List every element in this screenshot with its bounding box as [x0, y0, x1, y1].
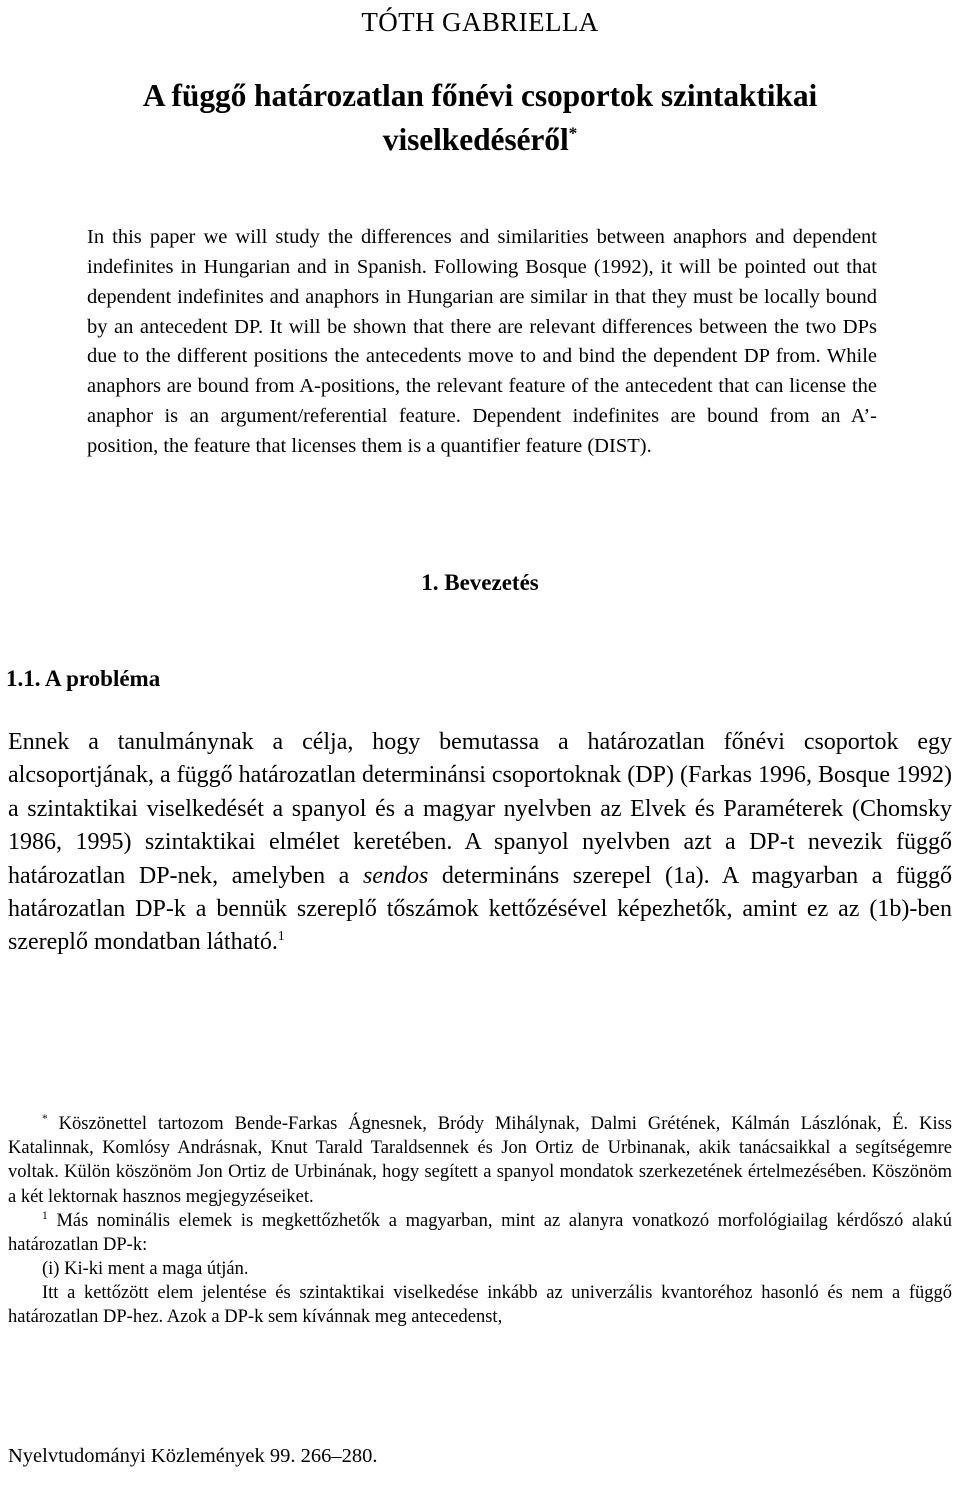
- footnote-star-marker: *: [42, 1113, 48, 1125]
- footnote-one-marker: 1: [42, 1209, 48, 1222]
- page-title: A függő határozatlan főnévi csoportok sz…: [80, 74, 880, 163]
- author-name: TÓTH GABRIELLA: [361, 7, 599, 37]
- document-page: TÓTH GABRIELLA A függő határozatlan főné…: [0, 0, 960, 1486]
- title-footnote-marker: *: [568, 123, 578, 143]
- body-paragraph: Ennek a tanulmánynak a célja, hogy bemut…: [8, 726, 952, 960]
- section-heading-introduction: 1. Bevezetés: [421, 569, 539, 595]
- footnote-star: * Köszönettel tartozom Bende-Farkas Ágne…: [8, 1112, 952, 1209]
- abstract-text: In this paper we will study the differen…: [87, 226, 877, 457]
- body-paragraph-italic-term: sendos: [362, 862, 429, 889]
- body-paragraph-footnote-marker: 1: [277, 928, 285, 944]
- footnotes-block: * Köszönettel tartozom Bende-Farkas Ágne…: [8, 1112, 952, 1330]
- page-footer: Nyelvtudományi Közlemények 99. 266–280.: [8, 1445, 378, 1467]
- footnote-one-continuation: Itt a kettőzött elem jelentése és szinta…: [8, 1283, 952, 1328]
- title-line-2: viselkedéséről: [382, 122, 569, 158]
- title-line-1: A függő határozatlan főnévi csoportok sz…: [142, 77, 818, 113]
- footnote-star-text: Köszönettel tartozom Bende-Farkas Ágnesn…: [8, 1114, 952, 1207]
- footnote-one-text: Más nominális elemek is megkettőzhetők a…: [8, 1210, 953, 1256]
- footnote-one: 1 Más nominális elemek is megkettőzhetők…: [8, 1209, 952, 1257]
- section-heading-problem: 1.1. A probléma: [6, 665, 161, 691]
- footnote-one-example: (i) Ki-ki ment a maga útján.: [42, 1259, 249, 1280]
